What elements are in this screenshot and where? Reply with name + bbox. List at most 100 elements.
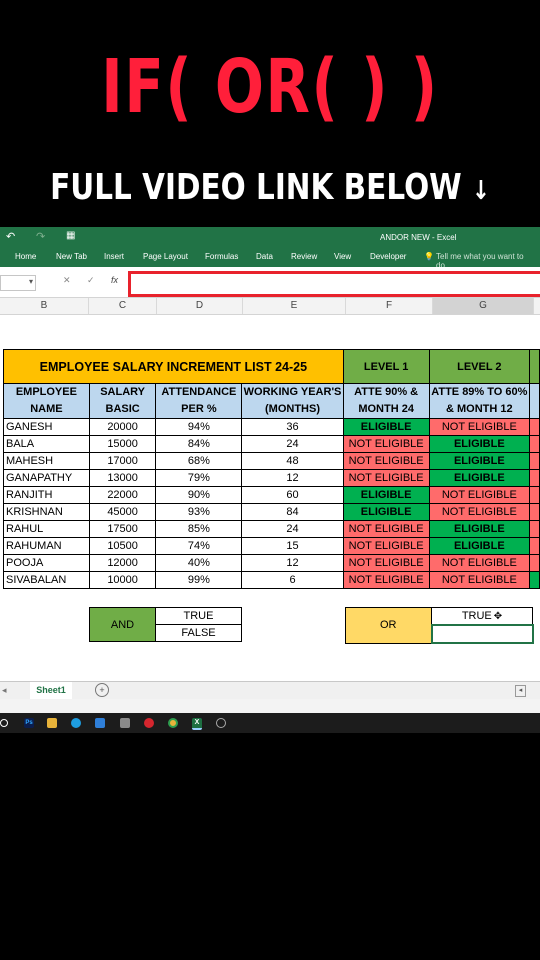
opera-icon[interactable] <box>144 718 154 728</box>
level2-status-cell[interactable]: ELIGIBLE <box>428 537 531 555</box>
tab-formulas[interactable]: Formulas <box>205 252 238 261</box>
header-salary-basic[interactable]: SALARY BASIC <box>88 383 157 419</box>
employee-name-cell[interactable]: RAHUL <box>3 520 90 538</box>
undo-icon[interactable]: ↶ <box>6 230 15 243</box>
level1-status-cell[interactable]: NOT ELIGIBLE <box>342 537 430 555</box>
level1-header[interactable]: LEVEL 1 <box>342 349 430 384</box>
tab-developer[interactable]: Developer <box>370 252 406 261</box>
attendance-cell[interactable]: 68% <box>155 452 243 470</box>
column-header-g[interactable]: G <box>433 298 534 314</box>
months-cell[interactable]: 6 <box>241 571 344 589</box>
column-header-c[interactable]: C <box>89 298 157 314</box>
level2-status-cell[interactable]: NOT ELIGIBLE <box>428 486 531 504</box>
months-cell[interactable]: 12 <box>241 554 344 572</box>
months-cell[interactable]: 48 <box>241 452 344 470</box>
column-header-d[interactable]: D <box>157 298 243 314</box>
attendance-cell[interactable]: 85% <box>155 520 243 538</box>
tab-new-tab[interactable]: New Tab <box>56 252 87 261</box>
level2-status-cell[interactable]: ELIGIBLE <box>428 520 531 538</box>
or-true-cell[interactable]: TRUE ✥ <box>431 607 533 626</box>
employee-name-cell[interactable]: GANAPATHY <box>3 469 90 487</box>
header-working-years[interactable]: WORKING YEAR'S (MONTHS) <box>241 383 344 419</box>
tab-view[interactable]: View <box>334 252 351 261</box>
and-true-cell[interactable]: TRUE <box>155 607 242 625</box>
level3-status-cut-cell[interactable] <box>529 537 540 555</box>
enter-icon[interactable]: ✓ <box>87 275 95 286</box>
tab-page-layout[interactable]: Page Layout <box>143 252 188 261</box>
level1-status-cell[interactable]: ELIGIBLE <box>342 418 430 436</box>
table-title[interactable]: EMPLOYEE SALARY INCREMENT LIST 24-25 <box>3 349 344 384</box>
level2-header[interactable]: LEVEL 2 <box>428 349 531 384</box>
level2-status-cell[interactable]: NOT ELIGIBLE <box>428 503 531 521</box>
attendance-cell[interactable]: 40% <box>155 554 243 572</box>
attendance-cell[interactable]: 90% <box>155 486 243 504</box>
employee-name-cell[interactable]: POOJA <box>3 554 90 572</box>
employee-name-cell[interactable]: KRISHNAN <box>3 503 90 521</box>
level3-status-cut-cell[interactable] <box>529 469 540 487</box>
calculator-icon[interactable] <box>120 718 130 728</box>
level1-status-cell[interactable]: NOT ELIGIBLE <box>342 435 430 453</box>
level1-status-cell[interactable]: NOT ELIGIBLE <box>342 571 430 589</box>
photoshop-icon[interactable]: Ps <box>24 718 34 728</box>
employee-name-cell[interactable]: GANESH <box>3 418 90 436</box>
level3-status-cut-cell[interactable] <box>529 503 540 521</box>
name-box-dropdown-icon[interactable]: ▾ <box>29 277 33 286</box>
tab-review[interactable]: Review <box>291 252 317 261</box>
attendance-cell[interactable]: 74% <box>155 537 243 555</box>
months-cell[interactable]: 15 <box>241 537 344 555</box>
level1-status-cell[interactable]: NOT ELIGIBLE <box>342 469 430 487</box>
tab-data[interactable]: Data <box>256 252 273 261</box>
chrome-icon[interactable] <box>168 718 178 728</box>
header-attendance[interactable]: ATTENDANCE PER % <box>155 383 243 419</box>
form-icon[interactable]: ▦ <box>66 230 75 241</box>
level3-status-cut-cell[interactable] <box>529 571 540 589</box>
employee-name-cell[interactable]: MAHESH <box>3 452 90 470</box>
employee-name-cell[interactable]: RAHUMAN <box>3 537 90 555</box>
level3-status-cut-cell[interactable] <box>529 486 540 504</box>
tab-insert[interactable]: Insert <box>104 252 124 261</box>
salary-cell[interactable]: 17000 <box>88 452 157 470</box>
horizontal-scroll-left-icon[interactable]: ◂ <box>515 685 526 697</box>
months-cell[interactable]: 84 <box>241 503 344 521</box>
excel-icon[interactable]: X <box>192 718 202 730</box>
edge-icon[interactable] <box>71 718 81 728</box>
redo-icon[interactable]: ↷ <box>36 230 45 243</box>
salary-cell[interactable]: 17500 <box>88 520 157 538</box>
salary-cell[interactable]: 10500 <box>88 537 157 555</box>
employee-name-cell[interactable]: BALA <box>3 435 90 453</box>
level2-status-cell[interactable]: NOT ELIGIBLE <box>428 418 531 436</box>
salary-cell[interactable]: 15000 <box>88 435 157 453</box>
level3-status-cut-cell[interactable] <box>529 435 540 453</box>
and-label[interactable]: AND <box>89 607 156 642</box>
salary-cell[interactable]: 22000 <box>88 486 157 504</box>
level1-status-cell[interactable]: NOT ELIGIBLE <box>342 452 430 470</box>
level3-status-cut-cell[interactable] <box>529 452 540 470</box>
sheet-scroll-left-icon[interactable]: ◂ <box>2 685 7 696</box>
level1-status-cell[interactable]: NOT ELIGIBLE <box>342 520 430 538</box>
employee-name-cell[interactable]: SIVABALAN <box>3 571 90 589</box>
salary-cell[interactable]: 20000 <box>88 418 157 436</box>
file-explorer-icon[interactable] <box>47 718 57 728</box>
level3-status-cut-cell[interactable] <box>529 520 540 538</box>
salary-cell[interactable]: 12000 <box>88 554 157 572</box>
months-cell[interactable]: 24 <box>241 520 344 538</box>
header-level3-cut[interactable] <box>529 383 540 419</box>
level2-status-cell[interactable]: ELIGIBLE <box>428 435 531 453</box>
level1-status-cell[interactable]: ELIGIBLE <box>342 486 430 504</box>
column-header-b[interactable]: B <box>0 298 89 314</box>
add-sheet-icon[interactable]: + <box>95 683 109 697</box>
mail-icon[interactable] <box>95 718 105 728</box>
header-level1-rule[interactable]: ATTE 90% & MONTH 24 <box>342 383 430 419</box>
level1-status-cell[interactable]: ELIGIBLE <box>342 503 430 521</box>
months-cell[interactable]: 36 <box>241 418 344 436</box>
tab-home[interactable]: Home <box>15 252 36 261</box>
header-level2-rule[interactable]: ATTE 89% TO 60% & MONTH 12 <box>428 383 531 419</box>
column-header-e[interactable]: E <box>243 298 346 314</box>
level2-status-cell[interactable]: NOT ELIGIBLE <box>428 554 531 572</box>
formula-input[interactable] <box>128 271 540 297</box>
months-cell[interactable]: 24 <box>241 435 344 453</box>
header-employee-name[interactable]: EMPLOYEE NAME <box>3 383 90 419</box>
salary-cell[interactable]: 45000 <box>88 503 157 521</box>
salary-cell[interactable]: 13000 <box>88 469 157 487</box>
employee-name-cell[interactable]: RANJITH <box>3 486 90 504</box>
